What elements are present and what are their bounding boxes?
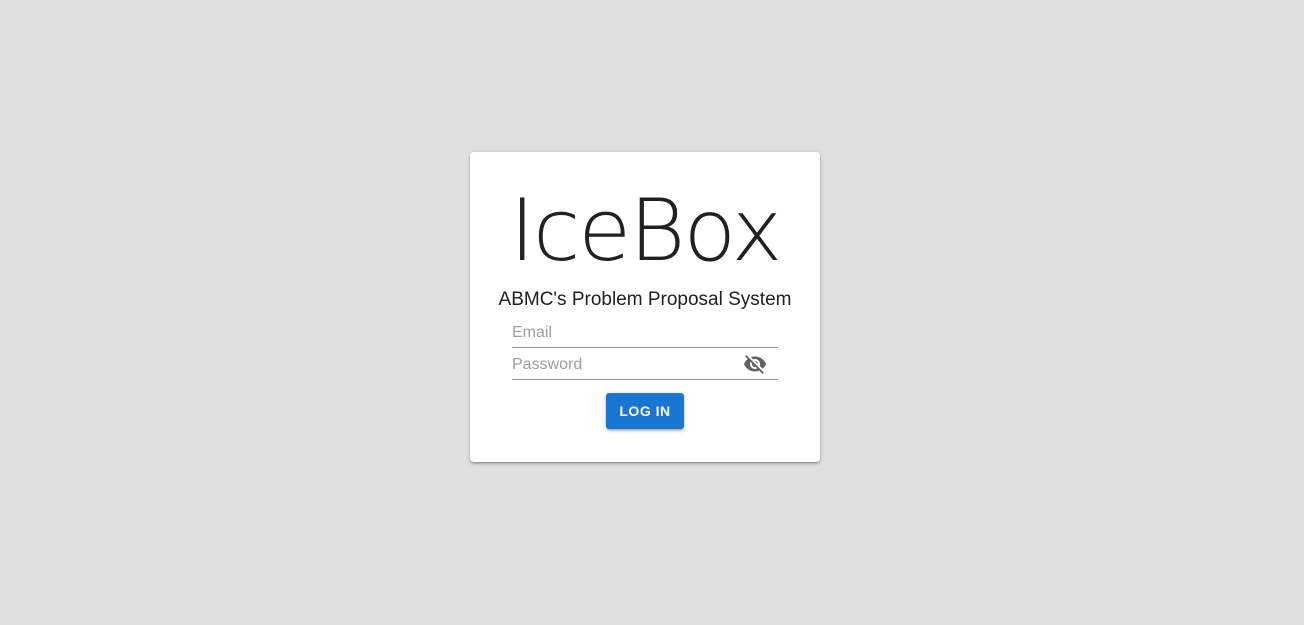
- visibility-off-icon[interactable]: [742, 352, 768, 376]
- password-field[interactable]: [512, 348, 778, 380]
- subtitle: ABMC's Problem Proposal System: [498, 289, 792, 310]
- login-card: IceBox ABMC's Problem Proposal System LO…: [470, 152, 820, 462]
- password-input[interactable]: [512, 354, 732, 376]
- brand-title: IceBox: [509, 181, 783, 281]
- email-field[interactable]: [512, 316, 778, 348]
- login-button[interactable]: LOG IN: [606, 393, 684, 429]
- email-input[interactable]: [512, 322, 732, 344]
